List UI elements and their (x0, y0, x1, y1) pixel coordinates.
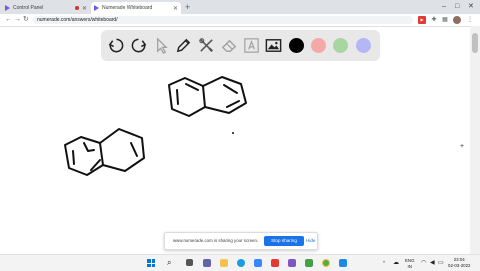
redo-icon[interactable] (129, 36, 148, 55)
undo-icon[interactable] (107, 36, 126, 55)
app-icon[interactable] (339, 259, 347, 267)
forward-button[interactable]: → (14, 14, 21, 26)
pen-icon[interactable] (174, 36, 193, 55)
chrome-icon[interactable] (322, 259, 330, 267)
tab-strip: Control Panel ✕ Numerade Whiteboard ✕ + … (0, 0, 480, 14)
crosshair-cursor-icon: + (460, 143, 465, 150)
mail-icon[interactable] (271, 259, 279, 267)
network-icon[interactable]: ☁ (393, 255, 399, 271)
eraser-icon[interactable] (220, 36, 239, 55)
wifi-icon[interactable]: ◠ (421, 255, 426, 271)
search-icon[interactable]: ⌕ (167, 255, 171, 271)
address-bar[interactable]: numerade.com/answers/whiteboard/ (33, 16, 413, 24)
upper-bond-inner (223, 84, 238, 94)
task-view-icon[interactable] (186, 259, 193, 266)
text-icon[interactable] (242, 36, 261, 55)
whiteboard-toolbar (101, 30, 380, 61)
puzzle-icon[interactable]: ✚ (430, 16, 438, 24)
image-icon[interactable] (264, 36, 283, 55)
tools-icon[interactable] (197, 36, 216, 55)
lower-bond-inner (83, 142, 95, 152)
region-label: IN (407, 264, 412, 269)
app-icon[interactable] (305, 259, 313, 267)
lower-bond-inner (130, 142, 138, 157)
color-swatch-pink[interactable] (311, 38, 326, 53)
upper-bond-inner (226, 100, 240, 108)
lower-bond-inner (72, 150, 75, 165)
upper-bond-inner (185, 83, 199, 91)
minimize-button[interactable]: – (442, 1, 446, 13)
taskbar: ⌕ ^ ☁ ENG IN ◠ ◀ ▭ 23:04 02-03-2022 (0, 254, 480, 271)
battery-icon[interactable]: ▭ (438, 255, 444, 271)
volume-icon[interactable]: ◀ (430, 255, 435, 271)
address-text: numerade.com/answers/whiteboard/ (37, 17, 118, 23)
share-message: www.numerade.com is sharing your screen. (173, 238, 259, 243)
color-swatch-black[interactable] (289, 38, 304, 53)
start-icon[interactable] (147, 259, 155, 267)
tab-control-panel[interactable]: Control Panel ✕ (2, 2, 90, 14)
color-swatch-lavender[interactable] (356, 38, 371, 53)
tab-title: Control Panel (13, 5, 44, 11)
reload-button[interactable]: ↻ (23, 14, 29, 26)
color-swatch-green[interactable] (333, 38, 348, 53)
clock[interactable]: 23:04 02-03-2022 (448, 257, 470, 269)
tab-favicon-icon (94, 5, 99, 11)
scrollbar-track[interactable] (470, 26, 480, 254)
language-indicator[interactable]: ENG IN (405, 258, 415, 270)
tab-close-icon[interactable]: ✕ (82, 5, 87, 12)
maximize-button[interactable]: □ (455, 1, 459, 13)
new-tab-button[interactable]: + (185, 1, 190, 13)
close-window-button[interactable]: ✕ (468, 1, 474, 13)
profile-avatar[interactable] (453, 16, 461, 24)
select-icon[interactable] (152, 36, 171, 55)
language-label: ENG (405, 258, 415, 263)
teams-icon[interactable] (203, 259, 211, 267)
recording-indicator-icon (74, 6, 79, 10)
upper-ring-right (202, 76, 247, 114)
pen-dot (232, 132, 234, 134)
file-explorer-icon[interactable] (220, 259, 228, 267)
app-icon[interactable] (288, 259, 296, 267)
extension-icon[interactable]: ▶ (418, 16, 426, 24)
tab-title: Numerade Whiteboard (102, 5, 153, 11)
menu-icon[interactable]: ⋮ (466, 16, 474, 24)
media-icon[interactable]: ▦ (441, 16, 449, 24)
edge-icon[interactable] (237, 259, 245, 267)
hide-button[interactable]: Hide (306, 233, 315, 249)
back-button[interactable]: ← (5, 14, 12, 26)
tab-numerade-whiteboard[interactable]: Numerade Whiteboard ✕ (91, 2, 181, 14)
upper-bond-inner (176, 89, 179, 105)
screen-share-banner: www.numerade.com is sharing your screen.… (164, 232, 318, 250)
tab-close-icon[interactable]: ✕ (173, 5, 178, 12)
clock-date: 02-03-2022 (448, 263, 471, 268)
tab-favicon-icon (5, 5, 10, 11)
scrollbar-thumb[interactable] (472, 33, 478, 53)
tray-chevron-icon[interactable]: ^ (383, 255, 385, 271)
lower-ring-right (99, 128, 145, 172)
clock-time: 23:04 (453, 257, 465, 262)
stop-sharing-button[interactable]: Stop sharing (264, 236, 304, 246)
store-icon[interactable] (254, 259, 262, 267)
